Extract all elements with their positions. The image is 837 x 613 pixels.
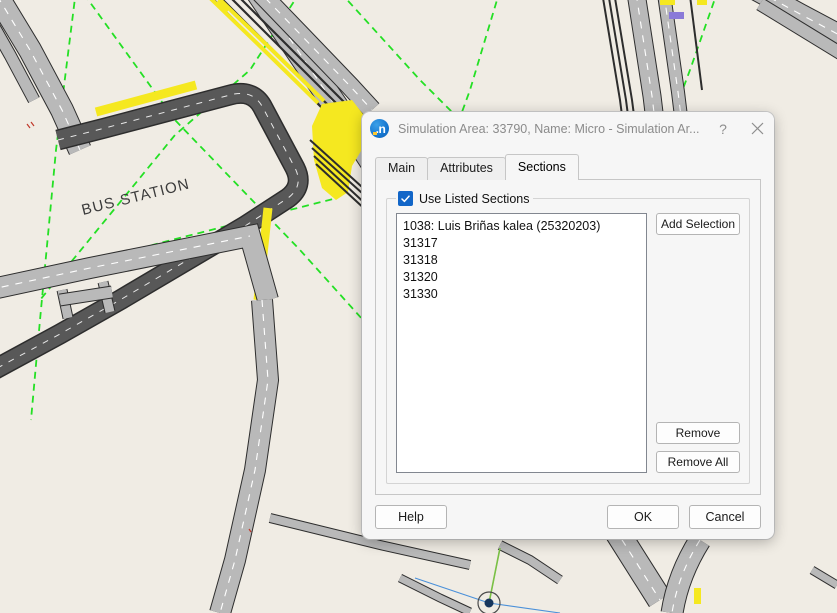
use-listed-sections-group: Use Listed Sections 1038: Luis Briñas ka… — [386, 198, 750, 484]
sections-button-column: Add Selection Remove Remove All — [656, 213, 740, 473]
tab-attributes[interactable]: Attributes — [427, 157, 506, 180]
dialog-titlebar[interactable]: .n Simulation Area: 33790, Name: Micro -… — [362, 112, 774, 145]
simulation-area-dialog: .n Simulation Area: 33790, Name: Micro -… — [362, 112, 774, 539]
close-icon[interactable] — [740, 114, 774, 144]
dialog-tabstrip: Main Attributes Sections — [375, 157, 774, 180]
tab-sections[interactable]: Sections — [505, 154, 579, 180]
application-window: .rd { stroke:#b9b9b9; stroke-linecap:but… — [0, 0, 837, 613]
list-item[interactable]: 31320 — [402, 269, 644, 286]
list-item[interactable]: 31317 — [402, 235, 644, 252]
tab-page-sections: Use Listed Sections 1038: Luis Briñas ka… — [375, 179, 761, 495]
dialog-title: Simulation Area: 33790, Name: Micro - Si… — [398, 122, 706, 136]
cancel-button[interactable]: Cancel — [689, 505, 761, 529]
use-listed-sections-checkbox[interactable] — [398, 191, 413, 206]
ok-button[interactable]: OK — [607, 505, 679, 529]
add-selection-button[interactable]: Add Selection — [656, 213, 740, 235]
bus-stop-marker — [669, 12, 684, 19]
remove-all-button[interactable]: Remove All — [656, 451, 740, 473]
remove-button-group: Remove Remove All — [656, 422, 740, 473]
sections-list-row: 1038: Luis Briñas kalea (25320203) 31317… — [396, 213, 740, 473]
app-icon-glyph: .n — [376, 123, 386, 135]
list-item[interactable]: 1038: Luis Briñas kalea (25320203) — [402, 218, 644, 235]
app-icon-accent-dot — [373, 132, 377, 136]
list-item[interactable]: 31330 — [402, 286, 644, 303]
use-listed-sections-label: Use Listed Sections — [419, 192, 529, 206]
dialog-footer: Help OK Cancel — [362, 495, 774, 539]
use-listed-sections-title: Use Listed Sections — [396, 190, 533, 207]
remove-button[interactable]: Remove — [656, 422, 740, 444]
sections-listbox[interactable]: 1038: Luis Briñas kalea (25320203) 31317… — [396, 213, 647, 473]
help-question-glyph: ? — [719, 121, 727, 137]
tab-main[interactable]: Main — [375, 157, 428, 180]
list-item[interactable]: 31318 — [402, 252, 644, 269]
aimsun-app-icon: .n — [370, 119, 389, 138]
footer-action-buttons: OK Cancel — [607, 505, 761, 529]
help-question-icon[interactable]: ? — [706, 114, 740, 144]
help-button[interactable]: Help — [375, 505, 447, 529]
